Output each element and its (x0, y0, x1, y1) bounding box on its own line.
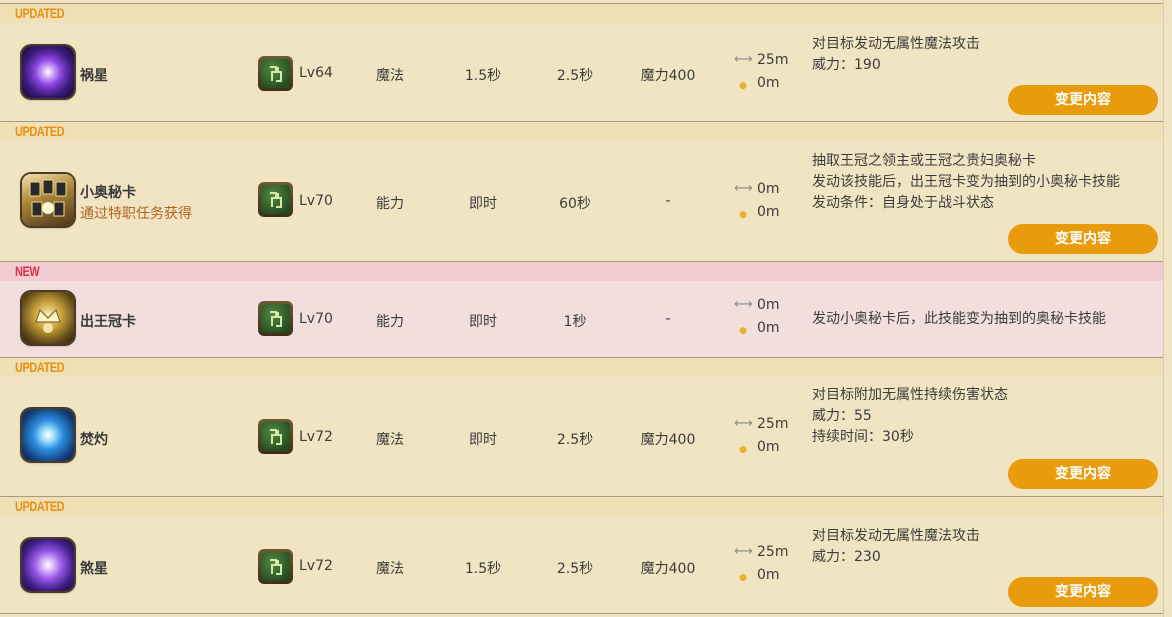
change-details-button[interactable]: 变更内容 (1008, 85, 1158, 115)
recast-time: 60秒 (559, 196, 591, 212)
tag-bar: UPDATED (0, 497, 1163, 516)
updated-tag: UPDATED (15, 359, 65, 375)
skill-list: UPDATED 祸星 Lv64 魔法 1.5秒 2.5秒 魔力400 ⟷ 25m … (0, 0, 1164, 617)
minor-arcana-card-icon (22, 174, 74, 226)
skill-description: 对目标附加无属性持续伤害状态 威力：55 持续时间：30秒 (812, 385, 1008, 448)
radius-value: 0m (757, 75, 780, 91)
description-line: 发动小奥秘卡后，此技能变为抽到的奥秘卡技能 (812, 311, 1106, 327)
range-value: 25m (757, 544, 789, 560)
cast-time: 即时 (469, 196, 497, 212)
mp-cost: 魔力400 (640, 432, 696, 448)
level-text: Lv72 (299, 429, 333, 445)
level-text: Lv70 (299, 311, 333, 327)
cast-time: 即时 (469, 432, 497, 448)
range-value: 25m (757, 52, 789, 68)
astrologian-job-icon (258, 549, 293, 584)
level-text: Lv64 (299, 65, 333, 81)
fall-malefic-orb-icon (22, 539, 74, 591)
skill-entry: UPDATED 祸星 Lv64 魔法 1.5秒 2.5秒 魔力400 ⟷ 25m … (0, 3, 1163, 121)
skill-name: 出王冠卡 (80, 314, 136, 330)
astrologian-job-icon (258, 301, 293, 336)
tag-bar: UPDATED (0, 358, 1163, 377)
skill-entry: UPDATED 焚灼 Lv72 魔法 即时 2.5秒 魔力400 ⟷ 25m ● 0… (0, 357, 1163, 496)
description-line: 发动该技能后，出王冠卡变为抽到的小奥秘卡技能 (812, 174, 1120, 190)
tag-bar: UPDATED (0, 122, 1163, 141)
skill-name: 祸星 (80, 68, 108, 84)
skill-acquisition-note: 通过特职任务获得 (80, 206, 192, 222)
skill-type: 能力 (376, 314, 404, 330)
range-arrow-icon: ⟷ (734, 181, 753, 196)
skill-entry: UPDATED 煞星 Lv72 魔法 1.5秒 2.5秒 魔力400 ⟷ 25m … (0, 496, 1163, 614)
mp-cost: - (665, 311, 671, 327)
skill-type: 魔法 (376, 561, 404, 577)
radius-dot-icon: ● (739, 210, 747, 220)
range-arrow-icon: ⟷ (734, 52, 753, 67)
range-value: 25m (757, 416, 789, 432)
astrologian-job-icon (258, 182, 293, 217)
recast-time: 2.5秒 (556, 561, 594, 577)
description-line: 威力：55 (812, 408, 872, 424)
radius-dot-icon: ● (739, 326, 747, 336)
cast-time: 1.5秒 (464, 68, 502, 84)
change-details-button[interactable]: 变更内容 (1008, 224, 1158, 254)
skill-description: 对目标发动无属性魔法攻击 威力：230 (812, 526, 980, 568)
tag-bar: UPDATED (0, 4, 1163, 23)
radius-value: 0m (757, 567, 780, 583)
mp-cost: - (665, 193, 671, 209)
change-details-button[interactable]: 变更内容 (1008, 577, 1158, 607)
description-line: 持续时间：30秒 (812, 429, 914, 445)
radius-dot-icon: ● (739, 573, 747, 583)
updated-tag: UPDATED (15, 123, 65, 139)
radius-value: 0m (757, 439, 780, 455)
skill-entry: UPDATED 小奥秘卡 通过特职任务获得 Lv70 能力 即时 60秒 - ⟷… (0, 121, 1163, 261)
range-arrow-icon: ⟷ (734, 544, 753, 559)
skill-type: 能力 (376, 196, 404, 212)
description-line: 抽取王冠之领主或王冠之贵妇奥秘卡 (812, 153, 1036, 169)
range-value: 0m (757, 181, 780, 197)
skill-entry: NEW 出王冠卡 Lv70 能力 即时 1秒 - ⟷ 0m ● 0m 发动小奥秘卡后… (0, 261, 1163, 357)
recast-time: 2.5秒 (556, 432, 594, 448)
crown-play-card-icon (22, 292, 74, 344)
skill-type: 魔法 (376, 68, 404, 84)
updated-tag: UPDATED (15, 5, 65, 21)
tag-bar: NEW (0, 262, 1163, 281)
skill-name: 焚灼 (80, 432, 108, 448)
mp-cost: 魔力400 (640, 68, 696, 84)
description-line: 对目标发动无属性魔法攻击 (812, 36, 980, 52)
range-arrow-icon: ⟷ (734, 297, 753, 312)
skill-description: 对目标发动无属性魔法攻击 威力：190 (812, 34, 980, 76)
skill-type: 魔法 (376, 432, 404, 448)
combust-blue-star-icon (22, 409, 74, 461)
astrologian-job-icon (258, 56, 293, 91)
description-line: 威力：190 (812, 57, 881, 73)
radius-dot-icon: ● (739, 445, 747, 455)
description-line: 对目标发动无属性魔法攻击 (812, 528, 980, 544)
skill-name: 煞星 (80, 561, 108, 577)
skill-description: 发动小奥秘卡后，此技能变为抽到的奥秘卡技能 (812, 309, 1106, 330)
new-tag: NEW (15, 263, 40, 279)
gravity-purple-orb-icon (22, 46, 74, 98)
recast-time: 2.5秒 (556, 68, 594, 84)
change-details-button[interactable]: 变更内容 (1008, 459, 1158, 489)
updated-tag: UPDATED (15, 498, 65, 514)
level-text: Lv72 (299, 558, 333, 574)
description-line: 威力：230 (812, 549, 881, 565)
recast-time: 1秒 (563, 314, 587, 330)
description-line: 发动条件：自身处于战斗状态 (812, 195, 994, 211)
description-line: 对目标附加无属性持续伤害状态 (812, 387, 1008, 403)
level-text: Lv70 (299, 193, 333, 209)
astrologian-job-icon (258, 419, 293, 454)
radius-dot-icon: ● (739, 81, 747, 91)
mp-cost: 魔力400 (640, 561, 696, 577)
skill-description: 抽取王冠之领主或王冠之贵妇奥秘卡 发动该技能后，出王冠卡变为抽到的小奥秘卡技能 … (812, 151, 1120, 214)
radius-value: 0m (757, 320, 780, 336)
range-value: 0m (757, 297, 780, 313)
range-arrow-icon: ⟷ (734, 416, 753, 431)
skill-name: 小奥秘卡 (80, 185, 136, 201)
radius-value: 0m (757, 204, 780, 220)
cast-time: 即时 (469, 314, 497, 330)
cast-time: 1.5秒 (464, 561, 502, 577)
